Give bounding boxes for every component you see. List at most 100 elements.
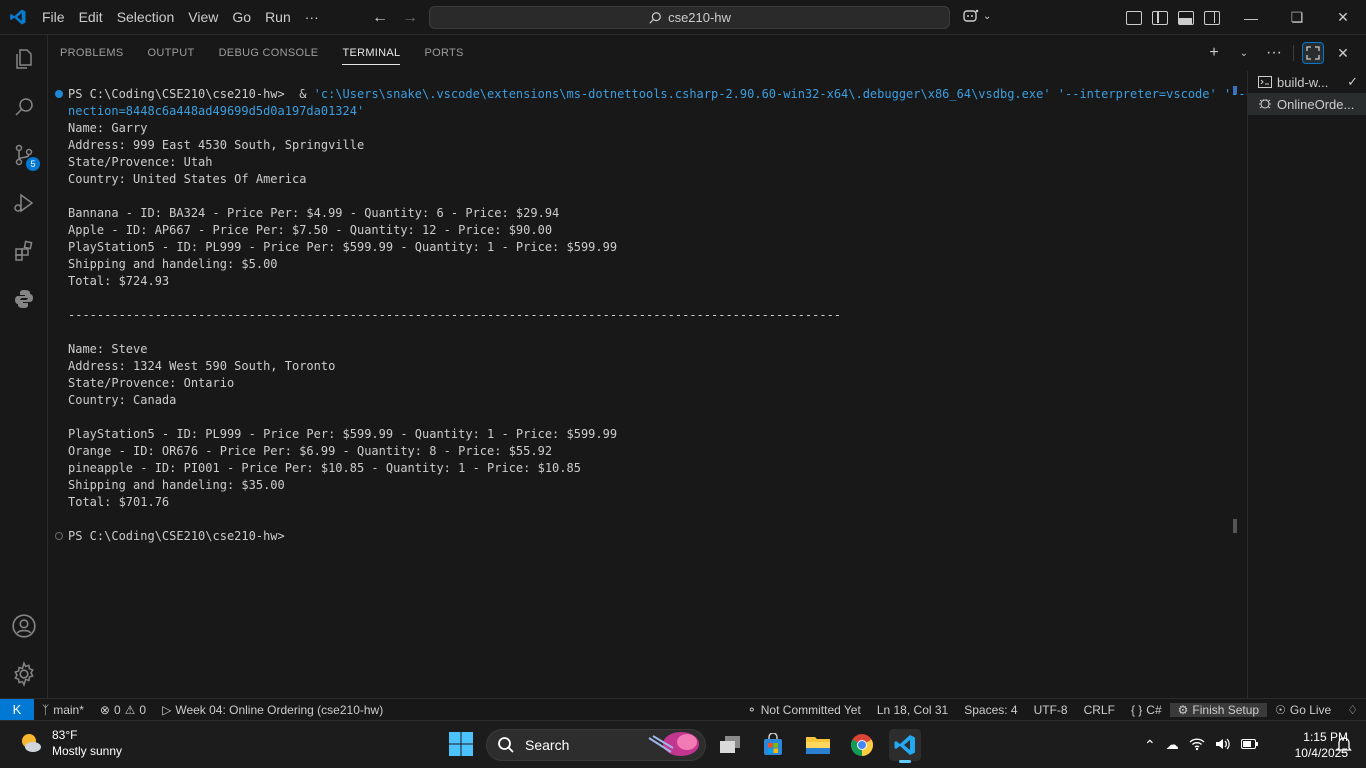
accounts-icon[interactable]: [0, 602, 48, 650]
terminal-line: Name: Garry: [68, 121, 148, 135]
tab-output[interactable]: OUTPUT: [136, 35, 207, 71]
copilot-menu[interactable]: ⌄: [962, 8, 991, 24]
terminal-output[interactable]: PS C:\Coding\CSE210\cse210-hw> & 'c:\Use…: [48, 71, 1267, 698]
git-branch-icon: ᛉ: [42, 702, 50, 717]
terminal-line: Address: 999 East 4530 South, Springvill…: [68, 138, 365, 152]
active-app-indicator: [899, 760, 911, 763]
back-arrow-icon[interactable]: ←: [370, 9, 390, 27]
wifi-icon[interactable]: [1189, 737, 1205, 754]
onedrive-icon[interactable]: ☁: [1166, 737, 1179, 753]
branch-indicator[interactable]: ᛉ main*: [34, 703, 92, 717]
customize-layout-icon[interactable]: [1126, 10, 1142, 25]
notifications-bell-icon[interactable]: ♢: [1339, 703, 1366, 717]
chevron-up-icon[interactable]: ⌃: [1144, 737, 1156, 754]
settings-gear-icon[interactable]: [0, 650, 48, 698]
temperature: 83°F: [52, 728, 78, 742]
terminal-scrollbar[interactable]: [1233, 519, 1237, 533]
run-debug-icon[interactable]: [0, 179, 48, 227]
menu-file[interactable]: File: [35, 0, 72, 35]
command-wrap-line: nection=8448c6a448ad49699d5d0a197da01324…: [68, 104, 365, 118]
finish-setup-button[interactable]: ⚙ Finish Setup: [1169, 703, 1268, 717]
command-success-decoration[interactable]: [55, 90, 63, 98]
toggle-primary-sidebar-icon[interactable]: [1152, 10, 1168, 25]
error-count: 0: [113, 702, 121, 717]
tab-debug-console[interactable]: DEBUG CONSOLE: [207, 35, 331, 71]
go-live-button[interactable]: ☉ Go Live: [1267, 703, 1339, 717]
launch-config-label: Week 04: Online Ordering (cse210-hw): [175, 702, 384, 717]
problems-indicator[interactable]: ⊗ 0 ⚠ 0: [92, 703, 154, 717]
git-blame[interactable]: ⚬ Not Committed Yet: [739, 703, 869, 717]
restore-icon[interactable]: ❏: [1274, 0, 1320, 35]
explorer-icon[interactable]: [0, 35, 48, 83]
vscode-taskbar-icon[interactable]: [889, 729, 921, 763]
language-mode[interactable]: { } C#: [1123, 703, 1170, 717]
toggle-panel-icon[interactable]: [1178, 10, 1194, 25]
activity-bar: 5: [0, 35, 48, 698]
close-panel-icon[interactable]: ✕: [1332, 42, 1354, 64]
weather-widget[interactable]: 83°F Mostly sunny: [18, 727, 122, 759]
search-icon: [649, 11, 661, 24]
tab-problems[interactable]: PROBLEMS: [48, 35, 136, 71]
volume-icon[interactable]: [1215, 737, 1231, 754]
command-center-search[interactable]: cse210-hw: [429, 6, 950, 29]
terminal-line: PlayStation5 - ID: PL999 - Price Per: $5…: [68, 427, 618, 441]
menu-more[interactable]: ···: [298, 0, 326, 35]
tab-terminal[interactable]: TERMINAL: [330, 35, 412, 71]
taskbar-search[interactable]: Search: [486, 729, 706, 761]
end-of-line[interactable]: CRLF: [1076, 703, 1123, 717]
start-button-windows-icon[interactable]: [448, 731, 474, 757]
file-explorer-icon[interactable]: [802, 729, 834, 761]
terminal-icon: [1258, 76, 1272, 88]
status-bar: K ᛉ main* ⊗ 0 ⚠ 0 ▷ Week 04: Online Orde…: [0, 698, 1366, 721]
terminal-tab-build[interactable]: build-w... ✓: [1248, 71, 1366, 93]
tab-ports[interactable]: PORTS: [412, 35, 475, 71]
launch-config[interactable]: ▷ Week 04: Online Ordering (cse210-hw): [154, 703, 391, 717]
terminal-line: State/Provence: Utah: [68, 155, 213, 169]
python-icon[interactable]: [0, 275, 48, 323]
terminal-separator-line: ----------------------------------------…: [68, 308, 842, 322]
windows-taskbar: 83°F Mostly sunny Search ⌃ ☁ 1:15 PM 10/…: [0, 720, 1366, 768]
indentation[interactable]: Spaces: 4: [956, 703, 1025, 717]
terminal-line: Total: $724.93: [68, 274, 170, 288]
new-terminal-plus-icon[interactable]: +: [1203, 42, 1225, 64]
forward-arrow-icon[interactable]: →: [400, 9, 420, 27]
terminal-line: Apple - ID: AP667 - Price Per: $7.50 - Q…: [68, 223, 553, 237]
menu-run[interactable]: Run: [258, 0, 298, 35]
copilot-icon: [963, 9, 979, 22]
terminal-tab-label: OnlineOrde...: [1277, 96, 1355, 112]
remote-indicator-icon[interactable]: K: [0, 698, 34, 721]
microsoft-store-icon[interactable]: [757, 729, 789, 761]
terminal-tabs-list: build-w... ✓ OnlineOrde...: [1247, 71, 1366, 698]
menu-view[interactable]: View: [181, 0, 225, 35]
command-string: 'c:\Users\snake\.vscode\extensions\ms-do…: [313, 87, 1268, 101]
chrome-icon[interactable]: [846, 729, 878, 761]
branch-name: main*: [53, 702, 84, 717]
menu-edit[interactable]: Edit: [72, 0, 110, 35]
command-decoration[interactable]: [55, 532, 63, 540]
battery-icon[interactable]: [1240, 738, 1259, 753]
encoding[interactable]: UTF-8: [1026, 703, 1076, 717]
cursor-position[interactable]: Ln 18, Col 31: [869, 703, 956, 717]
search-icon[interactable]: [0, 83, 48, 131]
terminal-line: PlayStation5 - ID: PL999 - Price Per: $5…: [68, 240, 618, 254]
blame-label: Not Committed Yet: [760, 703, 861, 717]
terminal-tab-online-ordering[interactable]: OnlineOrde...: [1248, 93, 1366, 115]
copilot-icon: ⚙: [1177, 703, 1189, 717]
command-prompt: PS C:\Coding\CSE210\cse210-hw> &: [68, 87, 314, 101]
chevron-down-icon[interactable]: ⌄: [1233, 42, 1255, 64]
partly-sunny-icon: [22, 734, 41, 752]
task-view-icon[interactable]: [714, 729, 746, 761]
terminal-line: Total: $701.76: [68, 495, 170, 509]
source-control-icon[interactable]: 5: [0, 131, 48, 179]
toggle-secondary-sidebar-icon[interactable]: [1204, 10, 1220, 25]
more-actions-icon[interactable]: ···: [1263, 42, 1285, 64]
maximize-panel-icon[interactable]: [1302, 42, 1324, 64]
minimize-icon[interactable]: —: [1228, 0, 1274, 35]
menu-go[interactable]: Go: [225, 0, 258, 35]
notification-bell-icon[interactable]: [1336, 735, 1352, 758]
close-icon[interactable]: ✕: [1320, 0, 1366, 35]
extensions-icon[interactable]: [0, 227, 48, 275]
menu-selection[interactable]: Selection: [110, 0, 182, 35]
terminal-line: Country: Canada: [68, 393, 177, 407]
commit-icon: ⚬: [746, 703, 757, 717]
